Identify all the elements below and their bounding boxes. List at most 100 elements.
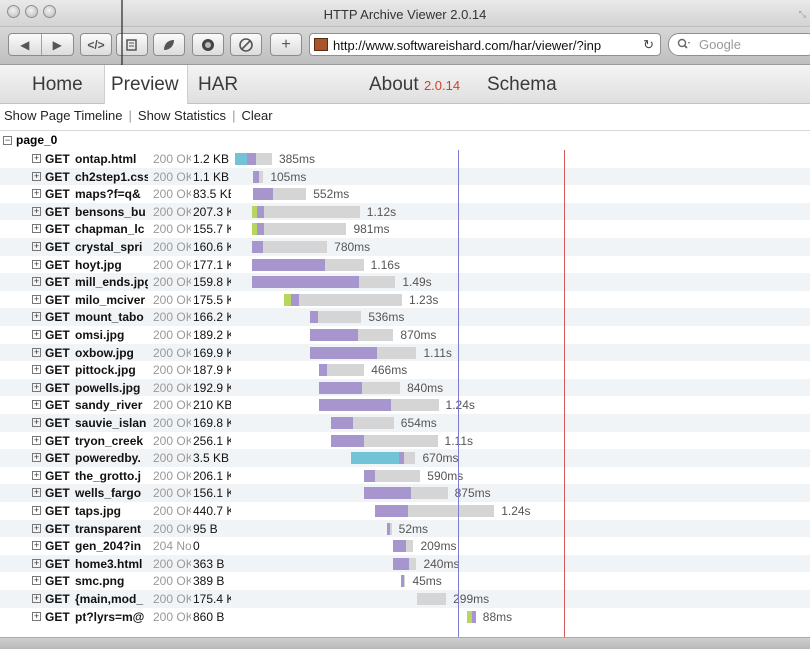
address-bar[interactable]: http://www.softwareishard.com/har/viewer…: [309, 33, 661, 56]
expand-icon[interactable]: +: [32, 541, 41, 551]
expand-icon[interactable]: +: [32, 294, 41, 304]
request-method: GET: [45, 169, 70, 184]
request-row[interactable]: + GET transparent 200 OK 95 B 52ms: [0, 519, 810, 538]
timing-bar: [283, 293, 403, 306]
expand-icon[interactable]: +: [32, 224, 41, 234]
request-url: maps?f=q&: [75, 187, 141, 202]
request-row[interactable]: + GET milo_mciver 200 OK175.5 KB 1.23s: [0, 291, 810, 309]
add-bookmark-button[interactable]: +: [270, 33, 302, 56]
expand-icon[interactable]: +: [32, 277, 41, 287]
expand-icon[interactable]: +: [32, 330, 41, 339]
expand-icon[interactable]: +: [32, 400, 41, 410]
request-method: GET: [45, 328, 70, 342]
tab-schema[interactable]: Schema: [487, 65, 557, 103]
expand-icon[interactable]: +: [32, 576, 41, 586]
expand-icon[interactable]: +: [32, 312, 41, 322]
request-url: wells_fargo: [75, 486, 142, 501]
version-label: 2.0.14: [423, 78, 461, 93]
expand-icon[interactable]: +: [32, 189, 41, 199]
expand-icon[interactable]: +: [32, 558, 41, 568]
expand-icon[interactable]: +: [32, 365, 41, 375]
expand-icon[interactable]: +: [32, 453, 41, 463]
show-page-timeline-link[interactable]: Show Page Timeline: [4, 108, 123, 123]
request-status: 200 OK: [153, 204, 191, 219]
request-duration: 654ms: [400, 416, 437, 430]
request-row[interactable]: + GET bensons_bu 200 OK207.3 KB 1.12s: [0, 202, 810, 221]
expand-icon[interactable]: +: [32, 523, 41, 533]
expand-icon[interactable]: +: [32, 242, 41, 251]
request-status: 200 OK: [153, 609, 191, 624]
request-row[interactable]: + GET gen_204?in 204 No Content0 209ms: [0, 537, 810, 555]
expand-icon[interactable]: +: [32, 506, 41, 515]
record-button[interactable]: [192, 33, 224, 56]
expand-icon[interactable]: +: [32, 154, 41, 163]
request-row[interactable]: + GET poweredby. 200 OK 3.5 KB 670ms: [0, 449, 810, 467]
request-row[interactable]: + GET mount_tabo 200 OK166.2 KB 536ms: [0, 308, 810, 326]
request-status: 200 OK: [153, 152, 191, 166]
page-load-line: [564, 150, 566, 637]
request-url: powells.jpg: [75, 380, 141, 395]
back-button[interactable]: ◀: [9, 34, 41, 55]
clear-link[interactable]: Clear: [241, 108, 272, 123]
expand-icon[interactable]: +: [32, 418, 41, 427]
expand-icon[interactable]: +: [32, 594, 41, 603]
tab-about[interactable]: About 2.0.14: [369, 65, 460, 103]
timing-bar: [252, 276, 396, 289]
expand-icon[interactable]: +: [32, 470, 41, 480]
receiving-segment: [353, 417, 394, 429]
request-row[interactable]: + GET omsi.jpg 200 OK189.2 KB 870ms: [0, 326, 810, 344]
request-duration: 981ms: [353, 222, 390, 237]
request-row[interactable]: + GET chapman_lc 200 OK155.7 KB 981ms: [0, 220, 810, 238]
show-statistics-link[interactable]: Show Statistics: [138, 108, 226, 123]
request-row[interactable]: + GET pt?lyrs=m@ 200 OK 860 B 88ms: [0, 608, 810, 626]
disable-button[interactable]: [230, 33, 262, 56]
request-row[interactable]: + GET wells_fargo 200 OK156.1 KB 875ms: [0, 484, 810, 502]
request-status: 200 OK: [153, 521, 191, 536]
expand-icon[interactable]: +: [32, 382, 41, 392]
request-row[interactable]: +GETthe_grotto.j200 OK206.1 KB590ms: [0, 467, 810, 485]
request-duration: 875ms: [454, 486, 491, 501]
request-row[interactable]: + GET powells.jpg 200 OK192.9 KB 840ms: [0, 378, 810, 397]
search-field[interactable]: Google: [668, 33, 810, 56]
reload-icon[interactable]: ↻: [643, 37, 654, 53]
tab-har[interactable]: HAR: [198, 65, 238, 103]
leaf-button[interactable]: [153, 33, 185, 56]
request-row[interactable]: + GET smc.png 200 OK 389 B 45ms: [0, 572, 810, 590]
request-method: GET: [45, 345, 70, 360]
request-row[interactable]: + GET ch2step1.css 200 OK 1.1 KB 105ms: [0, 167, 810, 186]
tab-preview[interactable]: Preview: [104, 65, 188, 104]
receiving-segment: [325, 258, 364, 271]
request-row[interactable]: + GET mill_ends.jpg 200 OK159.8 KB 1.49s: [0, 273, 810, 291]
expand-icon[interactable]: +: [32, 206, 41, 216]
request-duration: 536ms: [368, 310, 405, 325]
request-status: 200 OK: [153, 433, 191, 448]
page-group-toggle[interactable]: − page_0: [3, 133, 57, 147]
request-row[interactable]: + GET hoyt.jpg 200 OK177.1 KB 1.16s: [0, 256, 810, 274]
request-row[interactable]: + GET home3.html 200 OK 363 B 240ms: [0, 554, 810, 573]
expand-icon[interactable]: +: [32, 488, 41, 498]
request-row[interactable]: + GET sauvie_islan 200 OK169.8 KB 654ms: [0, 414, 810, 432]
forward-button[interactable]: ▶: [40, 34, 74, 55]
request-row[interactable]: + GET crystal_spri 200 OK160.6 KB 780ms: [0, 238, 810, 256]
expand-icon[interactable]: +: [32, 435, 41, 445]
expand-icon[interactable]: +: [32, 347, 41, 357]
expand-icon[interactable]: +: [32, 259, 41, 269]
request-method: GET: [45, 416, 70, 430]
request-size: 363 B: [193, 556, 225, 571]
request-row[interactable]: + GET oxbow.jpg 200 OK169.9 KB 1.11s: [0, 343, 810, 362]
expand-icon[interactable]: +: [32, 171, 41, 181]
request-duration: 52ms: [398, 521, 429, 536]
request-row[interactable]: +GET{main,mod_200 OK175.4 KB299ms: [0, 590, 810, 608]
collapse-icon: −: [3, 135, 12, 145]
tab-home[interactable]: Home: [32, 65, 83, 103]
expand-icon[interactable]: +: [32, 611, 41, 621]
request-row[interactable]: + GET taps.jpg 200 OK440.7 KB 1.24s: [0, 502, 810, 520]
request-url: taps.jpg: [75, 504, 122, 518]
request-row[interactable]: + GET maps?f=q&200 OK83.5 KB 552ms: [0, 185, 810, 203]
back-forward-control: ◀ ▶: [8, 33, 74, 56]
request-row[interactable]: + GET sandy_river 200 OK 210 KB 1.24s: [0, 396, 810, 414]
request-row[interactable]: + GET pittock.jpg 200 OK187.9 KB 466ms: [0, 361, 810, 379]
request-row[interactable]: + GET ontap.html 200 OK 1.2 KB 385ms: [0, 150, 810, 168]
request-row[interactable]: + GET tryon_creek 200 OK256.1 KB 1.11s: [0, 432, 810, 450]
timing-bar: [309, 311, 362, 324]
